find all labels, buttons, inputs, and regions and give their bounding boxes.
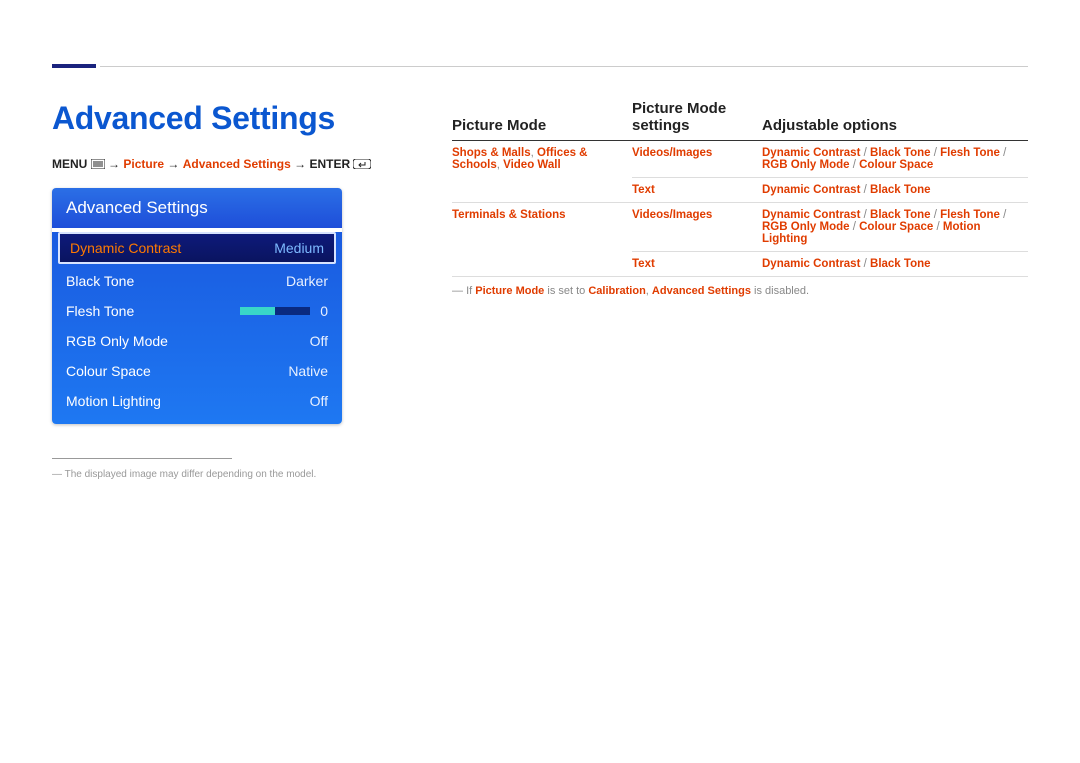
option-name: Black Tone (870, 147, 931, 159)
disclaimer-rule (52, 458, 232, 459)
separator: / (860, 184, 870, 196)
mode-name: Terminals & Stations (452, 209, 566, 221)
cell-adjustable-options: Dynamic Contrast / Black Tone (762, 178, 1028, 203)
osd-row-value: Darker (286, 273, 328, 289)
note-advanced-settings: Advanced Settings (652, 285, 751, 297)
option-name: Colour Space (859, 221, 933, 233)
osd-row-label: Dynamic Contrast (70, 240, 181, 256)
cell-pm-setting: Videos/Images (632, 203, 762, 252)
mode-name: Video Wall (503, 159, 561, 171)
option-name: Dynamic Contrast (762, 184, 860, 196)
top-horizontal-rule (100, 66, 1028, 67)
th-pm-settings: Picture Mode settings (632, 100, 762, 141)
option-name: Dynamic Contrast (762, 209, 860, 221)
menu-icon (91, 158, 105, 172)
osd-row-label: Colour Space (66, 363, 151, 379)
option-name: Dynamic Contrast (762, 147, 860, 159)
note-picture-mode: Picture Mode (475, 285, 544, 297)
slider-fill (240, 307, 275, 315)
osd-row[interactable]: Colour Space Native (52, 356, 342, 386)
separator: / (1000, 209, 1006, 221)
osd-row[interactable]: Flesh Tone 0 (52, 296, 342, 326)
page-title: Advanced Settings (52, 100, 404, 137)
osd-row-value: 0 (320, 303, 328, 319)
osd-slider-wrap: 0 (240, 303, 328, 319)
separator: / (933, 221, 943, 233)
osd-body: Dynamic Contrast Medium Black Tone Darker Fl… (52, 232, 342, 424)
section-marker (52, 64, 96, 68)
separator: / (860, 147, 870, 159)
options-table: Picture Mode Picture Mode settings Adjus… (452, 100, 1028, 277)
separator: / (1000, 147, 1006, 159)
option-name: Black Tone (870, 184, 931, 196)
osd-row[interactable]: RGB Only Mode Off (52, 326, 342, 356)
cell-pm-setting: Text (632, 252, 762, 277)
table-body: Shops & Malls, Offices & Schools, Video … (452, 141, 1028, 277)
enter-icon (353, 158, 371, 172)
breadcrumb-advanced-settings: Advanced Settings (183, 157, 291, 171)
separator: / (931, 147, 941, 159)
osd-row-label: Black Tone (66, 273, 134, 289)
option-name: Colour Space (859, 159, 933, 171)
option-name: Flesh Tone (940, 209, 1000, 221)
osd-row-value: Off (310, 333, 328, 349)
separator: / (850, 221, 860, 233)
osd-row-value: Native (288, 363, 328, 379)
osd-row[interactable]: Motion Lighting Off (52, 386, 342, 416)
cell-adjustable-options: Dynamic Contrast / Black Tone (762, 252, 1028, 277)
breadcrumb-picture: Picture (123, 157, 164, 171)
disclaimer-text: The displayed image may differ depending… (52, 469, 404, 480)
table-row: Terminals & Stations Videos/ImagesDynamic… (452, 203, 1028, 252)
separator: / (860, 209, 870, 221)
breadcrumb-menu: MENU (52, 157, 87, 171)
mode-name: Shops & Malls (452, 147, 531, 159)
osd-row-value: Off (310, 393, 328, 409)
footnote: If Picture Mode is set to Calibration, A… (452, 285, 1028, 297)
breadcrumb-arrow: → (108, 157, 120, 171)
slider-track[interactable] (240, 307, 310, 315)
cell-adjustable-options: Dynamic Contrast / Black Tone / Flesh To… (762, 203, 1028, 252)
option-name: Black Tone (870, 209, 931, 221)
page-content: Advanced Settings MENU → Picture → Advan… (0, 0, 1080, 480)
osd-title: Advanced Settings (52, 188, 342, 228)
breadcrumb: MENU → Picture → Advanced Settings → ENT… (52, 157, 404, 172)
note-post: is disabled. (751, 285, 809, 297)
note-mid: is set to (544, 285, 588, 297)
table-row: Shops & Malls, Offices & Schools, Video … (452, 141, 1028, 178)
option-name: RGB Only Mode (762, 159, 850, 171)
osd-row-value: Medium (274, 240, 324, 256)
left-column: Advanced Settings MENU → Picture → Advan… (52, 100, 404, 480)
right-column: Picture Mode Picture Mode settings Adjus… (452, 100, 1028, 480)
option-name: Dynamic Contrast (762, 258, 860, 270)
separator: / (860, 258, 870, 270)
option-name: RGB Only Mode (762, 221, 850, 233)
th-adjustable: Adjustable options (762, 100, 1028, 141)
cell-pm-setting: Videos/Images (632, 141, 762, 178)
osd-panel: Advanced Settings Dynamic Contrast Medium… (52, 188, 342, 424)
note-pre: If (466, 285, 475, 297)
cell-pm-setting: Text (632, 178, 762, 203)
th-picture-mode: Picture Mode (452, 100, 632, 141)
option-name: Flesh Tone (940, 147, 1000, 159)
separator: / (931, 209, 941, 221)
osd-row-label: RGB Only Mode (66, 333, 168, 349)
osd-row[interactable]: Dynamic Contrast Medium (58, 232, 336, 264)
breadcrumb-arrow: → (167, 157, 179, 171)
cell-adjustable-options: Dynamic Contrast / Black Tone / Flesh To… (762, 141, 1028, 178)
breadcrumb-enter: ENTER (309, 157, 350, 171)
note-calibration: Calibration (588, 285, 645, 297)
osd-row-label: Motion Lighting (66, 393, 161, 409)
cell-picture-mode: Shops & Malls, Offices & Schools, Video … (452, 141, 632, 203)
osd-row-label: Flesh Tone (66, 303, 134, 319)
option-name: Black Tone (870, 258, 931, 270)
breadcrumb-arrow: → (294, 157, 306, 171)
cell-picture-mode: Terminals & Stations (452, 203, 632, 277)
osd-row[interactable]: Black Tone Darker (52, 266, 342, 296)
separator: / (850, 159, 860, 171)
